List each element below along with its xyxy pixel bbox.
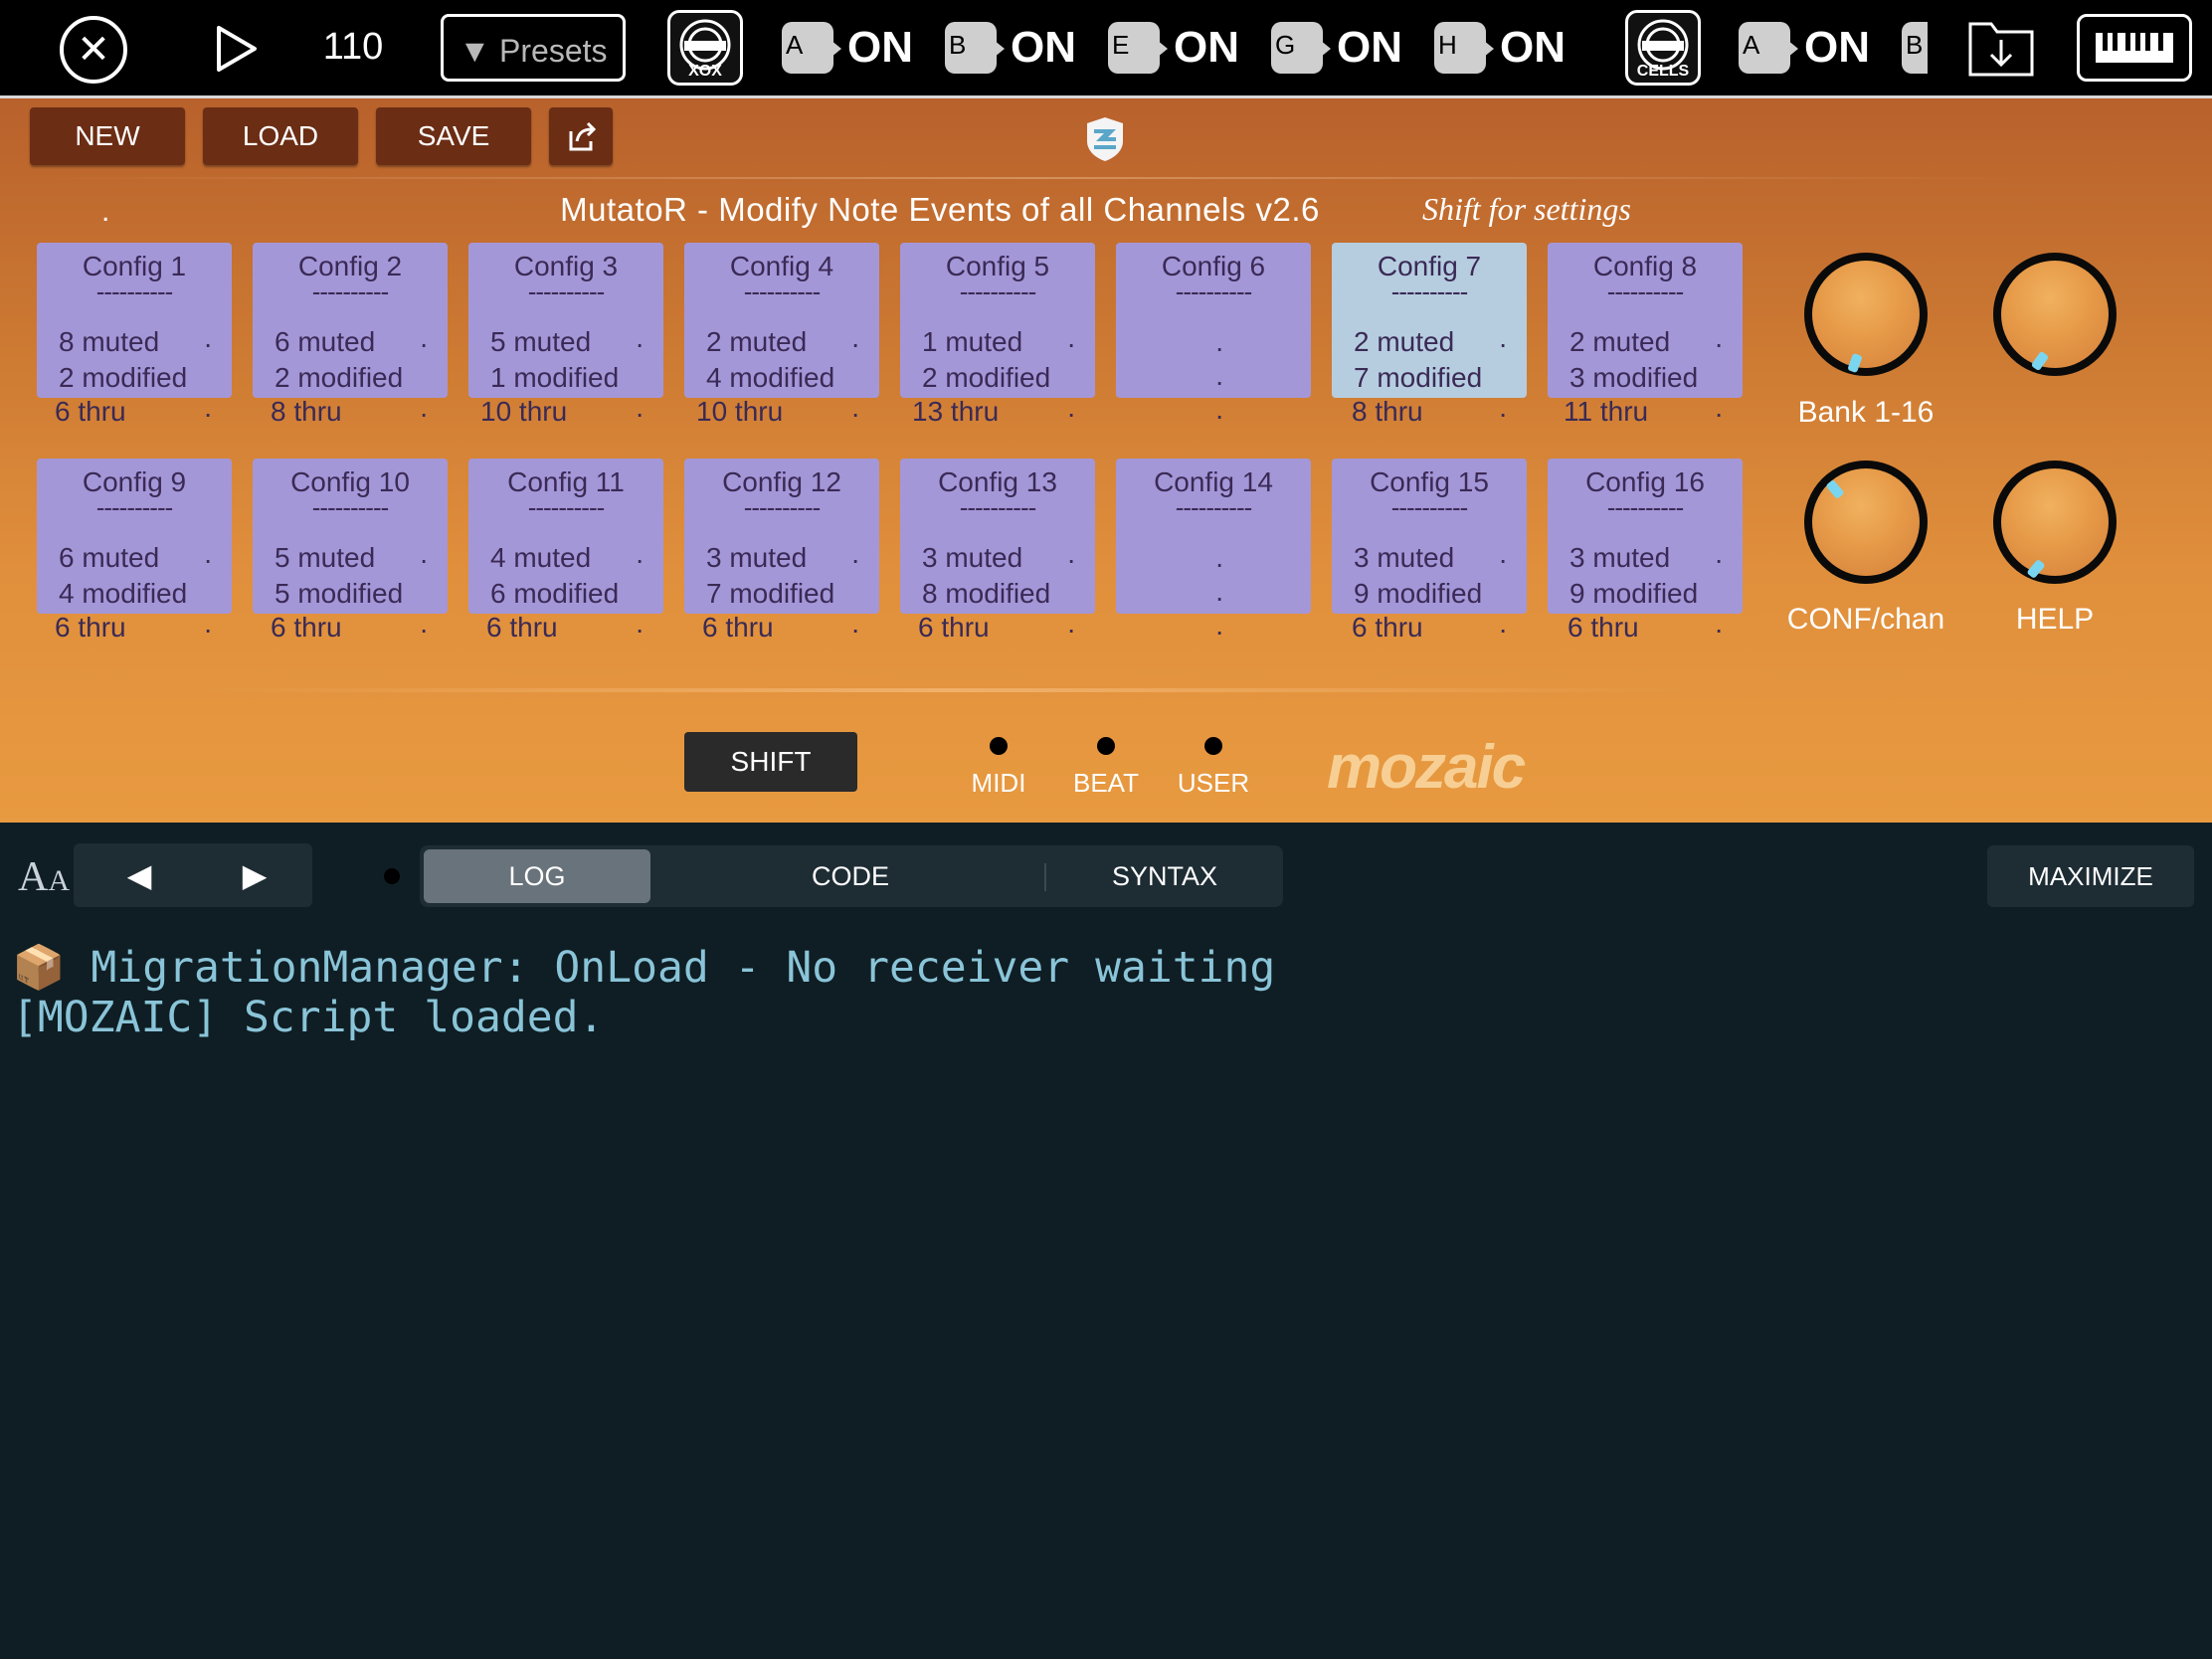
route-chip-icon: A	[1739, 22, 1798, 74]
config-pad-14[interactable]: Config 14 ---------- . . .	[1116, 459, 1311, 641]
route-chip-icon: B	[945, 22, 1005, 74]
route-state: ON	[1804, 23, 1870, 72]
tab-code[interactable]: CODE	[736, 845, 965, 907]
new-button[interactable]: NEW	[30, 107, 185, 165]
footer-divider	[199, 688, 1691, 692]
knob-indicator	[1825, 478, 1845, 500]
config-pad-15[interactable]: Config 15 ---------- 3 muted. 9 modified …	[1332, 459, 1527, 643]
user-led-label: USER	[1177, 768, 1250, 798]
tempo-display[interactable]: 110	[298, 22, 408, 72]
cells-app-icon[interactable]: CELLS	[1625, 10, 1701, 86]
config-pad-6[interactable]: Config 6 ---------- . . .	[1116, 243, 1311, 425]
config-pad-16[interactable]: Config 16 ---------- 3 muted. 9 modified …	[1548, 459, 1743, 643]
log-line: 📦 MigrationManager: OnLoad - No receiver…	[12, 943, 1276, 993]
config-pad-5[interactable]: Config 5 ---------- 1 muted. 2 modified 1…	[900, 243, 1095, 427]
mozaic-shield-logo-icon	[1087, 117, 1123, 161]
tab-log[interactable]: LOG	[424, 849, 650, 903]
config-pad-13[interactable]: Config 13 ---------- 3 muted. 8 modified …	[900, 459, 1095, 643]
close-button[interactable]: ✕	[60, 16, 127, 84]
knob-bank-label: Bank 1-16	[1797, 396, 1935, 429]
knob-conf-chan-label: CONF/chan	[1786, 603, 1945, 636]
share-icon	[569, 121, 597, 151]
save-button[interactable]: SAVE	[376, 107, 531, 165]
route-state: ON	[1174, 23, 1239, 72]
config-pad-8[interactable]: Config 8 ---------- 2 muted. 3 modified 1…	[1548, 243, 1743, 427]
knob-indicator	[2030, 350, 2050, 372]
knob-help[interactable]	[1993, 461, 2117, 584]
close-icon: ✕	[77, 28, 110, 72]
user-led	[1204, 737, 1222, 755]
knob-bank[interactable]	[1804, 253, 1928, 376]
nav-forward-icon[interactable]: ▶	[235, 855, 275, 895]
dropdown-triangle-icon: ▼	[459, 33, 491, 69]
route-chip-icon: A	[782, 22, 841, 74]
share-button[interactable]	[549, 107, 613, 165]
maximize-button[interactable]: MAXIMIZE	[1987, 845, 2194, 907]
cells-app-label: CELLS	[1636, 63, 1690, 80]
config-pad-11[interactable]: Config 11 ---------- 4 muted. 6 modified …	[468, 459, 663, 643]
text-size-icon[interactable]: AA	[18, 853, 70, 901]
history-nav	[74, 843, 312, 907]
config-pad-12[interactable]: Config 12 ---------- 3 muted. 7 modified …	[684, 459, 879, 643]
route-chip-icon: B	[1902, 22, 1928, 74]
page-title: MutatoR - Modify Note Events of all Chan…	[560, 191, 1320, 228]
log-status-dot	[384, 868, 400, 884]
route-state: ON	[1500, 23, 1566, 72]
log-line: [MOZAIC] Script loaded.	[12, 993, 605, 1042]
load-button[interactable]: LOAD	[203, 107, 358, 165]
config-pad-9[interactable]: Config 9 ---------- 6 muted. 4 modified 6…	[37, 459, 232, 643]
tab-syntax[interactable]: SYNTAX	[1054, 845, 1275, 907]
dot-label: .	[101, 195, 110, 228]
download-folder-icon[interactable]	[1967, 18, 2035, 78]
config-pad-3[interactable]: Config 3 ---------- 5 muted. 1 modified 1…	[468, 243, 663, 427]
tab-separator	[1044, 863, 1046, 891]
config-pad-2[interactable]: Config 2 ---------- 6 muted. 2 modified 8…	[253, 243, 448, 427]
keyboard-button[interactable]	[2077, 14, 2192, 82]
route-state: ON	[847, 23, 913, 72]
presets-button[interactable]: ▼ Presets	[441, 14, 626, 82]
route-b-2[interactable]: B	[1902, 20, 1928, 76]
presets-label: Presets	[499, 33, 608, 69]
shift-button[interactable]: SHIFT	[684, 732, 857, 792]
knob-conf-chan[interactable]	[1804, 461, 1928, 584]
nav-back-icon[interactable]: ◀	[119, 855, 159, 895]
xox-app-icon[interactable]: XOX	[667, 10, 743, 86]
xox-app-label: XOX	[688, 63, 722, 80]
play-icon[interactable]	[211, 24, 261, 74]
route-state: ON	[1337, 23, 1402, 72]
shift-hint: Shift for settings	[1422, 191, 1631, 227]
midi-led-label: MIDI	[971, 768, 1026, 798]
knob-help-label: HELP	[2015, 603, 2095, 636]
knob-indicator	[1847, 352, 1863, 374]
knob-indicator	[2026, 558, 2046, 580]
route-chip-icon: G	[1271, 22, 1331, 74]
header-divider	[30, 177, 2029, 179]
config-pad-1[interactable]: Config 1 ---------- 8 muted. 2 modified 6…	[37, 243, 232, 427]
config-pad-7[interactable]: Config 7 ---------- 2 muted. 7 modified 8…	[1332, 243, 1527, 427]
mozaic-logo: mozaic	[1327, 733, 1526, 802]
route-chip-icon: E	[1108, 22, 1168, 74]
config-pad-4[interactable]: Config 4 ---------- 2 muted. 4 modified 1…	[684, 243, 879, 427]
beat-led	[1097, 737, 1115, 755]
route-state: ON	[1011, 23, 1076, 72]
config-pad-10[interactable]: Config 10 ---------- 5 muted. 5 modified …	[253, 459, 448, 643]
midi-led	[990, 737, 1008, 755]
route-chip-icon: H	[1434, 22, 1494, 74]
piano-keyboard-icon	[2096, 33, 2173, 63]
knob-2[interactable]	[1993, 253, 2117, 376]
beat-led-label: BEAT	[1073, 768, 1139, 798]
